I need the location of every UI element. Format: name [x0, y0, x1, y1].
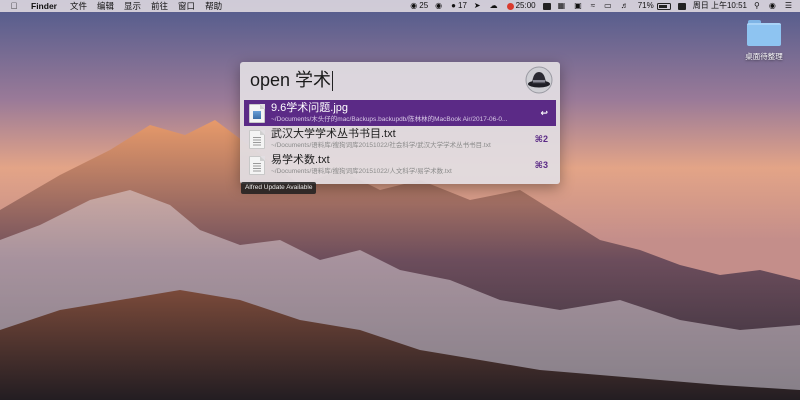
result-item-2[interactable]: 武汉大学学术丛书书目.txt ~/Documents/语料库/搜狗词库20151… — [244, 126, 556, 152]
text-file-icon — [249, 129, 265, 149]
status-notifications[interactable]: ◉ 25 — [410, 0, 428, 12]
shortcut-label: ⌘3 — [534, 160, 548, 170]
text-file-icon — [249, 155, 265, 175]
input-method-icon — [677, 2, 686, 10]
folder-label: 桌面待整理 — [745, 52, 783, 61]
alfred-hat-icon[interactable] — [524, 65, 554, 95]
cloud-icon: ☁ — [489, 1, 498, 10]
menu-window[interactable]: 窗口 — [178, 0, 195, 12]
status-messages[interactable]: ● 17 — [451, 0, 467, 12]
result-item-3[interactable]: 易学术数.txt ~/Documents/语料库/搜狗词库20151022/人文… — [244, 152, 556, 178]
status-siri[interactable]: ◉ — [769, 0, 778, 12]
status-volume[interactable]: ♬ — [621, 0, 631, 12]
eye-icon: ◉ — [435, 1, 443, 10]
result-title: 9.6学术问题.jpg — [271, 102, 349, 114]
battery-icon — [656, 2, 671, 10]
status-app1[interactable] — [542, 2, 551, 10]
return-key-icon: ↩ — [540, 108, 548, 118]
siri-icon: ◉ — [768, 1, 776, 10]
menu-view[interactable]: 显示 — [124, 0, 141, 12]
result-item-1[interactable]: 9.6学术问题.jpg ~/Documents/木头仔的mac/Backups.… — [244, 100, 556, 126]
folder-icon — [747, 20, 781, 46]
wifi-icon: ≈ — [590, 1, 596, 10]
volume-icon: ♬ — [620, 1, 629, 10]
update-notice[interactable]: Alfred Update Available — [241, 182, 317, 194]
result-title: 武汉大学学术丛书书目.txt — [271, 128, 396, 140]
status-send[interactable]: ➤ — [474, 0, 483, 12]
status-wifi[interactable]: ≈ — [591, 0, 597, 12]
result-path: ~/Documents/木头仔的mac/Backups.backupdb/陈林林… — [271, 116, 508, 123]
menu-go[interactable]: 前往 — [151, 0, 168, 12]
status-app3[interactable]: ▣ — [574, 0, 584, 12]
status-eye[interactable]: ◉ — [435, 0, 444, 12]
shortcut-label: ⌘2 — [534, 134, 548, 144]
airplay-icon: ▭ — [604, 1, 612, 10]
result-path: ~/Documents/语料库/搜狗词库20151022/社会科学/武汉大学学术… — [271, 142, 491, 149]
clipboard-icon: ▣ — [574, 1, 582, 10]
list-icon: ☰ — [784, 1, 792, 10]
status-datetime[interactable]: 周日 上午10:51 — [693, 0, 747, 12]
apple-icon[interactable]:  — [9, 0, 19, 12]
status-input-method[interactable] — [677, 2, 686, 10]
chat-icon: ● — [451, 1, 456, 10]
status-search[interactable]: ⚲ — [754, 0, 762, 12]
messages-count: 17 — [458, 1, 467, 10]
status-airplay[interactable]: ▭ — [604, 0, 614, 12]
image-file-icon — [249, 103, 265, 123]
results-list: 9.6学术问题.jpg ~/Documents/木头仔的mac/Backups.… — [244, 100, 556, 178]
result-path: ~/Documents/语料库/搜狗词库20151022/人文科学/易学术数.t… — [271, 168, 452, 175]
search-icon: ⚲ — [753, 1, 760, 10]
notifications-count: 25 — [419, 1, 429, 10]
status-notification-center[interactable]: ☰ — [785, 0, 794, 12]
menu-edit[interactable]: 编辑 — [97, 0, 114, 12]
desktop-wallpaper — [0, 0, 800, 400]
status-cloud[interactable]: ☁ — [490, 0, 500, 12]
result-title: 易学术数.txt — [271, 154, 330, 166]
status-app2[interactable]: ▦ — [558, 0, 568, 12]
menu-help[interactable]: 帮助 — [205, 0, 222, 12]
menu-file[interactable]: 文件 — [70, 0, 87, 12]
doc-icon: ▦ — [557, 1, 566, 10]
paper-plane-icon: ➤ — [473, 1, 481, 10]
menu-bar:  Finder 文件 编辑 显示 前往 窗口 帮助 ◉ 25 ◉ ● 17 ➤… — [0, 0, 800, 12]
query-text: open 学术 — [250, 70, 332, 90]
status-timer[interactable]: 25:00 — [506, 0, 536, 12]
status-battery[interactable]: 71% — [638, 0, 671, 12]
tomato-icon — [506, 2, 514, 10]
timer-value: 25:00 — [515, 1, 536, 10]
alfred-search-input[interactable]: open 学术 — [244, 65, 518, 96]
app-icon — [542, 2, 551, 10]
battery-percent: 71% — [637, 1, 654, 10]
menu-app-finder[interactable]: Finder — [31, 0, 57, 12]
shield-icon: ◉ — [410, 1, 418, 10]
desktop-folder[interactable]: 桌面待整理 — [744, 20, 784, 62]
alfred-window: open 学术 9.6学术问题.jpg ~/Documents/木头仔的mac/… — [240, 62, 560, 184]
text-caret — [332, 70, 334, 91]
